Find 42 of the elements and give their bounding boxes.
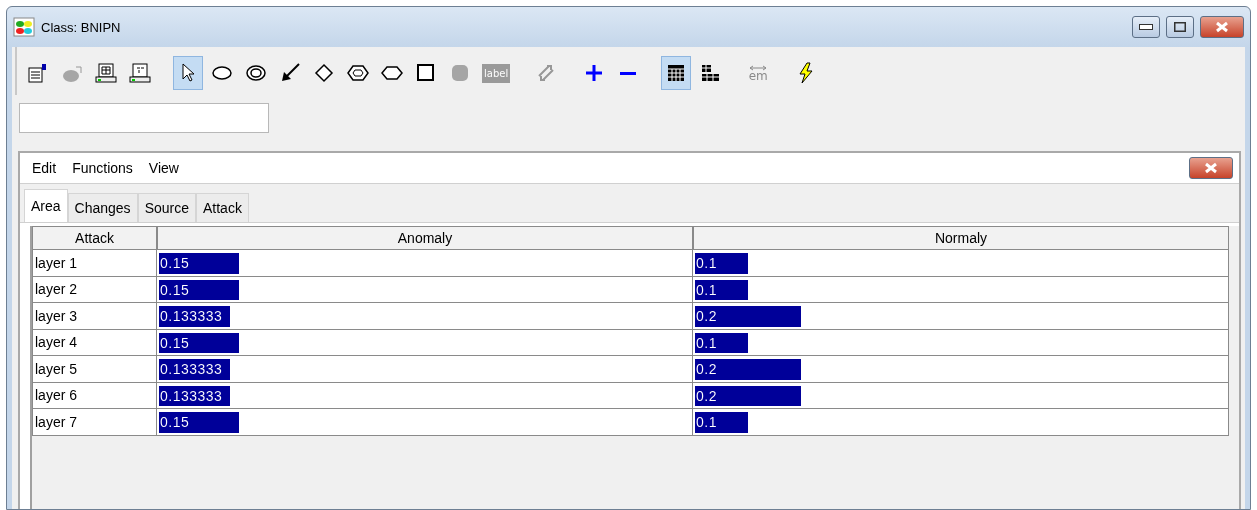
menu-item[interactable]: Edit	[26, 160, 63, 176]
table-cell: layer 5	[32, 356, 157, 383]
table-cell: layer 2	[32, 276, 157, 303]
table-cell: layer 6	[32, 382, 157, 409]
arrow-icon	[279, 62, 301, 84]
window-title: Class: BNIPN	[41, 19, 122, 35]
toolbar-button[interactable]	[661, 56, 692, 90]
tab[interactable]: Source	[137, 193, 196, 222]
close-icon	[1204, 162, 1218, 174]
tab[interactable]: Area	[24, 189, 68, 222]
rounded-square-icon	[449, 62, 471, 84]
double-ellipse-icon	[245, 62, 267, 84]
square-icon	[415, 62, 437, 84]
column-header: Attack	[32, 226, 157, 250]
maximize-button[interactable]	[1166, 16, 1194, 38]
close-button[interactable]	[1189, 157, 1233, 179]
blocks-icon	[699, 62, 722, 84]
table-cell: layer 4	[32, 329, 157, 356]
table-cell: layer 7	[32, 409, 157, 436]
table-cell: layer 3	[32, 303, 157, 330]
tab[interactable]: Attack	[196, 193, 249, 222]
menu-item[interactable]: Functions	[66, 160, 139, 176]
properties-icon	[27, 62, 49, 84]
close-button[interactable]	[1200, 16, 1244, 38]
monitor-icon	[95, 62, 117, 84]
column-header: Normaly	[693, 226, 1229, 250]
minimize-icon	[1139, 24, 1153, 30]
column-header: Anomaly	[157, 226, 693, 250]
table-cell: layer 1	[32, 250, 157, 277]
toolbar-button[interactable]	[173, 56, 203, 90]
menu-item[interactable]: View	[142, 160, 185, 176]
tab[interactable]: Changes	[67, 193, 138, 222]
maximize-icon	[1174, 22, 1186, 32]
label-icon: label	[482, 63, 511, 83]
close-icon	[1215, 21, 1229, 33]
app-icon	[13, 17, 35, 37]
double-hexagon-icon	[347, 62, 369, 84]
minus-icon	[620, 71, 637, 75]
input-field[interactable]	[19, 103, 269, 133]
monitor-icon	[129, 62, 151, 84]
minimize-button[interactable]	[1132, 16, 1160, 38]
diamond-icon	[313, 62, 335, 84]
